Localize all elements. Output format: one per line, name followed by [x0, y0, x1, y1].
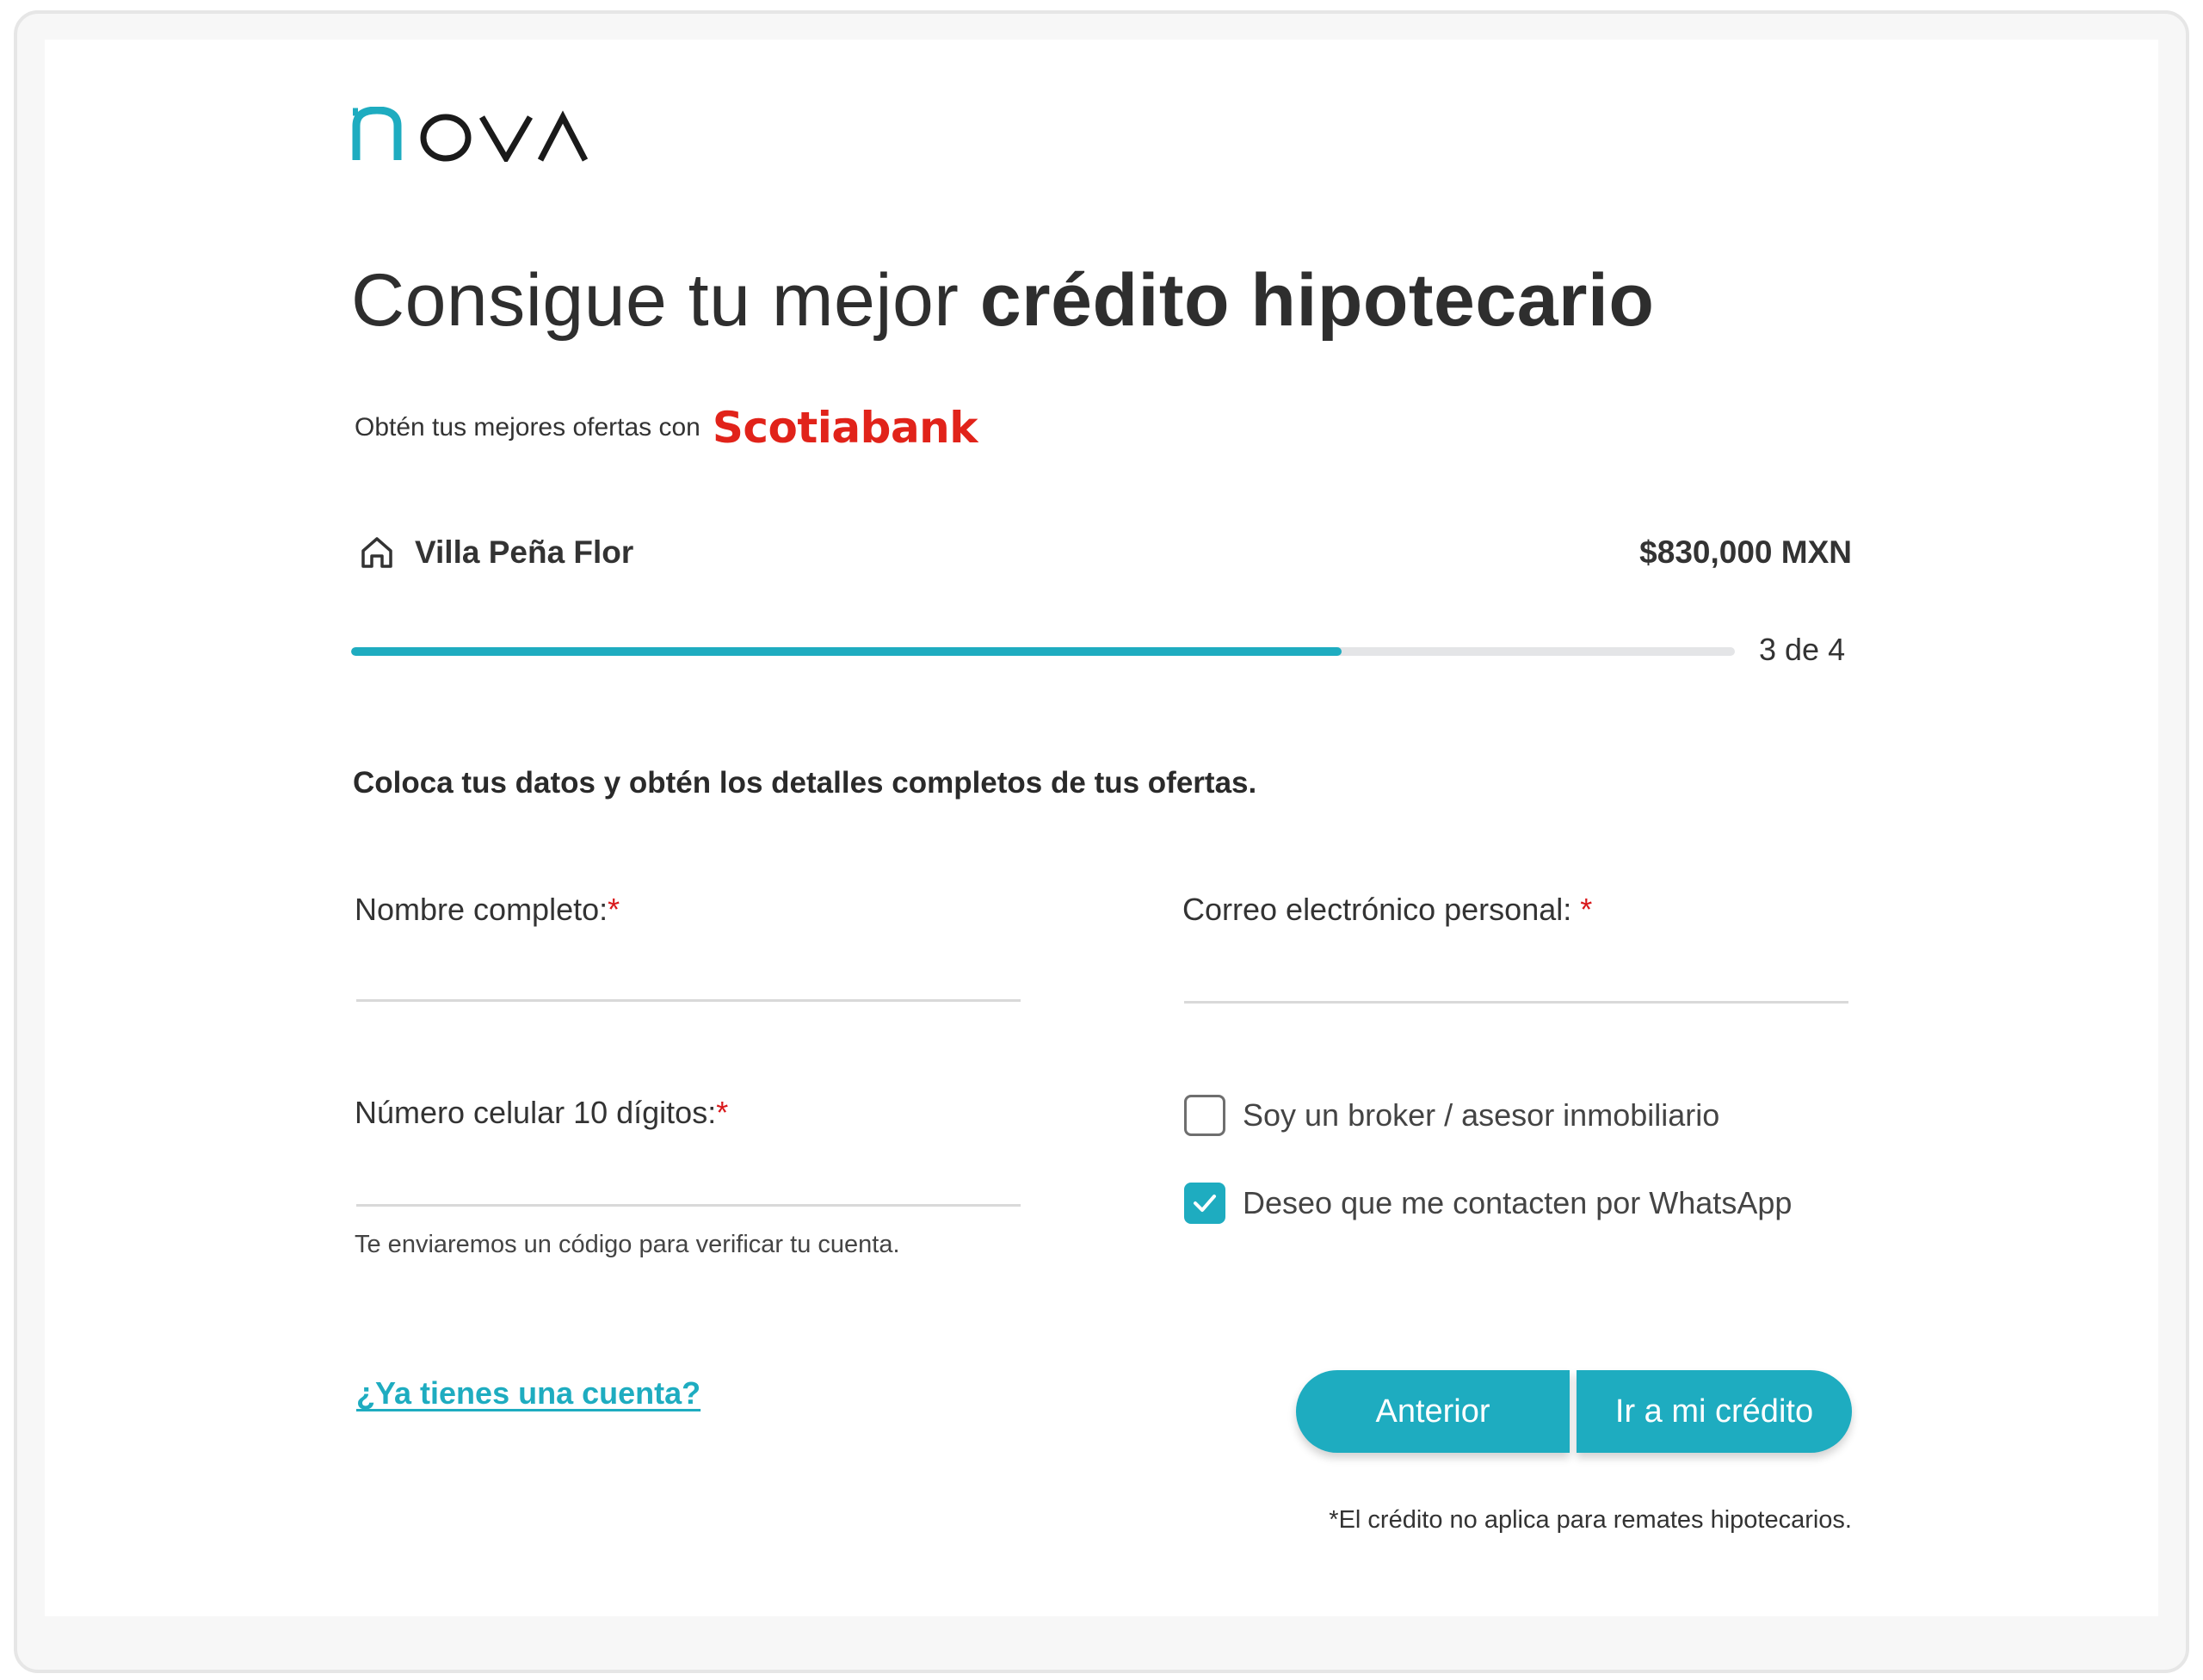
previous-button[interactable]: Anterior — [1296, 1370, 1570, 1453]
step-indicator: 3 de 4 — [1759, 632, 1846, 667]
nova-logo-mark — [352, 107, 589, 162]
broker-checkbox[interactable] — [1184, 1095, 1225, 1136]
checkmark-icon — [1194, 1195, 1216, 1212]
page-title: Consigue tu mejor crédito hipotecario — [351, 258, 1654, 343]
phone-input[interactable] — [356, 1152, 1021, 1207]
phone-label: Número celular 10 dígitos:* — [355, 1095, 729, 1130]
scotiabank-logo: Scotiabank — [712, 403, 978, 453]
progress-fill — [351, 647, 1342, 656]
login-link[interactable]: ¿Ya tienes una cuenta? — [356, 1375, 700, 1411]
broker-label[interactable]: Soy un broker / asesor inmobiliario — [1243, 1097, 1719, 1133]
form-intro: Coloca tus datos y obtén los detalles co… — [353, 766, 1257, 800]
progress-bar — [351, 647, 1735, 656]
property-summary: Villa Peña Flor $830,000 MXN — [358, 534, 1852, 571]
name-label: Nombre completo:* — [355, 892, 620, 927]
email-input[interactable] — [1184, 948, 1848, 1004]
required-mark: * — [608, 892, 620, 927]
title-bold: crédito hipotecario — [979, 259, 1655, 342]
full-name-input[interactable] — [356, 947, 1021, 1002]
whatsapp-checkbox-row[interactable]: Deseo que me contacten por WhatsApp — [1184, 1183, 1792, 1224]
required-mark: * — [716, 1095, 729, 1130]
nova-logo[interactable] — [351, 102, 589, 162]
disclaimer: *El crédito no aplica para remates hipot… — [1329, 1506, 1852, 1534]
title-regular: Consigue tu mejor — [351, 259, 980, 342]
whatsapp-checkbox[interactable] — [1184, 1183, 1225, 1224]
required-mark: * — [1580, 892, 1593, 927]
partner-text: Obtén tus mejores ofertas con — [355, 413, 700, 442]
whatsapp-label[interactable]: Deseo que me contacten por WhatsApp — [1243, 1185, 1792, 1221]
phone-hint: Te enviaremos un código para verificar t… — [355, 1231, 900, 1258]
home-icon — [358, 534, 396, 571]
email-label: Correo electrónico personal: * — [1182, 892, 1593, 927]
property-price: $830,000 MXN — [1639, 534, 1852, 570]
go-to-credit-button[interactable]: Ir a mi crédito — [1577, 1370, 1852, 1453]
broker-checkbox-row[interactable]: Soy un broker / asesor inmobiliario — [1184, 1095, 1719, 1136]
property-name: Villa Peña Flor — [415, 534, 634, 570]
partner-line: Obtén tus mejores ofertas con Scotiabank — [355, 403, 978, 453]
